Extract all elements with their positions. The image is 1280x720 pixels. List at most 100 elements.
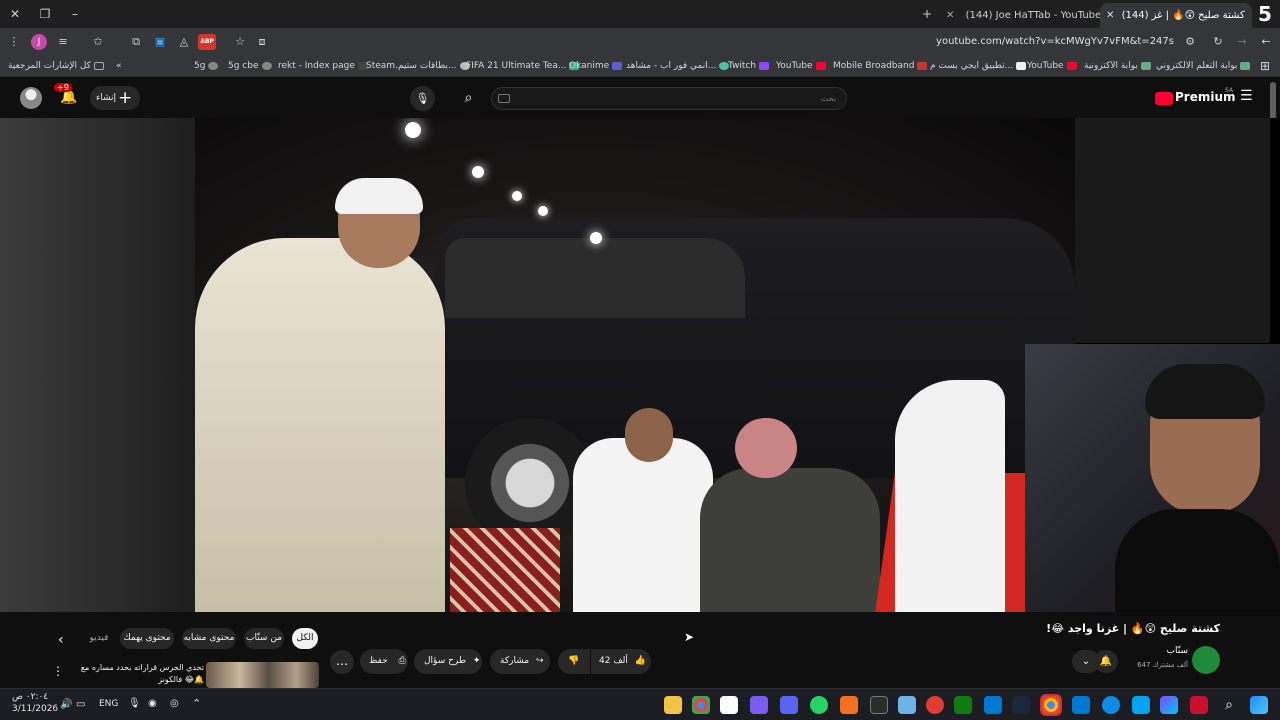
create-button[interactable]: إنشاء + (90, 86, 140, 110)
share-button[interactable]: مشاركة ↪ (490, 649, 550, 674)
new-tab-icon[interactable]: + (918, 5, 936, 23)
extension-gray-icon[interactable]: ◬ (176, 34, 192, 50)
extension-blue-icon[interactable]: ▣ (152, 34, 168, 50)
app-orange-icon[interactable] (840, 696, 858, 714)
apps-grid-icon[interactable]: ⊞ (1260, 56, 1270, 77)
bookmark-item[interactable]: YouTube (776, 56, 829, 77)
bookmark-item[interactable]: بوابة التعلم الالكتروني (1156, 56, 1253, 77)
minimize-window-icon[interactable]: – (66, 5, 84, 23)
close-window-icon[interactable]: ✕ (6, 5, 24, 23)
app-red-icon[interactable] (926, 696, 944, 714)
reading-list-icon[interactable]: ≡ (55, 34, 71, 50)
twitch-icon (759, 61, 770, 70)
save-label: حفظ (369, 656, 388, 666)
bookmark-item[interactable]: YouTube (1027, 56, 1080, 77)
bookmark-item[interactable]: بوابة الاكترونية (1084, 56, 1154, 77)
reload-icon[interactable]: ↻ (1210, 34, 1226, 50)
xbox-icon[interactable] (954, 696, 972, 714)
bookmark-item[interactable]: Okanime (569, 56, 625, 77)
bookmark-item[interactable]: rekt - Index page (278, 56, 371, 77)
steam-icon[interactable] (1012, 696, 1030, 714)
back-icon[interactable]: ← (1258, 34, 1274, 50)
guide-menu-icon[interactable]: ☰ (1240, 88, 1253, 104)
microphone-icon[interactable]: 🎙 (128, 698, 141, 709)
video-player[interactable] (0, 118, 1280, 612)
adobe-icon[interactable] (1190, 696, 1208, 714)
chips-scroll-left-icon[interactable]: ‹ (58, 632, 74, 648)
capcut-icon[interactable] (720, 696, 738, 714)
search-input[interactable]: بحث (491, 87, 847, 110)
show-hidden-icons-icon[interactable]: ⌃ (192, 697, 201, 710)
tab-active-video[interactable]: ✕ (144) كشتة صليح 😲🔥 | غز (1100, 3, 1252, 28)
app-dark-icon[interactable] (870, 696, 888, 714)
copilot-icon[interactable] (1160, 696, 1178, 714)
keyboard-icon[interactable] (498, 94, 510, 103)
all-bookmarks-button[interactable]: كل الإشارات المرجعية (8, 56, 107, 77)
language-indicator[interactable]: ENG (99, 699, 118, 709)
bookmark-item[interactable]: 5g cbe (228, 56, 275, 77)
chrome-icon[interactable] (692, 696, 710, 714)
favorites-icon[interactable]: ✩ (90, 34, 106, 50)
more-actions-icon[interactable]: … (330, 650, 354, 674)
voice-search-mic-icon[interactable]: 🎙 (410, 86, 435, 111)
store-icon[interactable] (1132, 696, 1150, 714)
app-blue-icon[interactable] (984, 696, 1002, 714)
tab-close-icon[interactable]: ✕ (1106, 10, 1114, 21)
chip-from-channel[interactable]: من سنّاب (244, 628, 284, 649)
chrome-active-icon[interactable] (1042, 696, 1060, 714)
chip-for-you[interactable]: محتوى يهمك (120, 628, 174, 649)
recommendation-thumbnail[interactable] (206, 662, 319, 688)
address-bar[interactable]: ☆ ⧈ youtube.com/watch?v=kcMWgYv7vFM&t=24… (226, 31, 1230, 53)
file-explorer-icon[interactable] (664, 696, 682, 714)
display-icon[interactable]: ▭ (76, 699, 85, 710)
chip-all[interactable]: الكل (292, 628, 318, 649)
chip-video[interactable]: فيديو (86, 628, 112, 649)
recommendation-title[interactable]: تحدي الجرس قراراته بحدد مساره مع فالكونز… (66, 662, 204, 686)
forward-icon[interactable]: → (1234, 34, 1250, 50)
bookmark-item[interactable]: تطبيق ايجي بست م... (930, 56, 1029, 77)
like-button[interactable]: 42 ألف 👍 (591, 649, 651, 674)
bookmark-item[interactable]: Twitch (728, 56, 772, 77)
folder-icon (93, 61, 104, 70)
bookmark-item[interactable]: 5g (194, 56, 221, 77)
save-button[interactable]: حفظ ⎙ (360, 649, 408, 674)
menu-kebab-icon[interactable]: ⋮ (6, 34, 22, 50)
whatsapp-icon[interactable] (810, 696, 828, 714)
install-app-icon[interactable]: ⧈ (254, 34, 270, 50)
search-taskbar-icon[interactable]: ⌕ (1220, 696, 1238, 714)
bookmark-star-icon[interactable]: ☆ (232, 34, 248, 50)
search-button-icon[interactable]: ⌕ (455, 86, 482, 111)
start-windows-icon[interactable] (1250, 696, 1268, 714)
recommendation-more-icon[interactable]: ⋮ (52, 664, 64, 678)
ask-button[interactable]: طرح سؤال ✦ (414, 649, 482, 674)
bookmark-item[interactable]: بطاقات ستيم... (398, 56, 473, 77)
adblock-icon[interactable]: ABP (198, 34, 216, 50)
outlook-icon[interactable] (1072, 696, 1090, 714)
bookmark-item[interactable]: FIFA 21 Ultimate Tea... (466, 56, 582, 77)
clock-time[interactable]: ٠٢:٠٤ ص (12, 692, 48, 702)
profile-avatar-icon[interactable]: J (31, 34, 47, 50)
volume-icon[interactable]: 🔊 (60, 699, 72, 710)
remote-desktop-icon[interactable] (898, 696, 916, 714)
dislike-button[interactable]: 👎 (558, 649, 590, 674)
tray-app-icon[interactable]: ◎ (170, 698, 179, 709)
bookmarks-overflow-icon[interactable]: « (116, 56, 122, 77)
bookmark-item[interactable]: Mobile Broadband (833, 56, 930, 77)
subscription-bell-icon[interactable]: 🔔 (1094, 650, 1118, 673)
youtube-logo-icon[interactable] (1155, 92, 1173, 105)
clock-date[interactable]: 3/11/2026 (12, 704, 58, 714)
tab-joe-hattab[interactable]: ✕ (144) Joe HaTTab - YouTube (940, 3, 1100, 28)
bookmark-item[interactable]: انمي فور اب - مشاهد... (626, 56, 732, 77)
channel-avatar[interactable] (1192, 646, 1220, 674)
site-settings-icon[interactable]: ⚙ (1182, 34, 1198, 50)
chip-related[interactable]: محتوى مشابه (182, 628, 236, 649)
restore-window-icon[interactable]: ❐ (36, 5, 54, 23)
network-icon[interactable]: ◉ (148, 698, 157, 709)
account-avatar[interactable] (20, 87, 42, 109)
channel-name[interactable]: سنّاب (1167, 646, 1188, 656)
edge-icon[interactable] (1102, 696, 1120, 714)
extensions-icon[interactable]: ⧉ (128, 34, 144, 50)
tab-close-icon[interactable]: ✕ (946, 10, 954, 21)
discord-icon[interactable] (780, 696, 798, 714)
twitch-studio-icon[interactable] (750, 696, 768, 714)
